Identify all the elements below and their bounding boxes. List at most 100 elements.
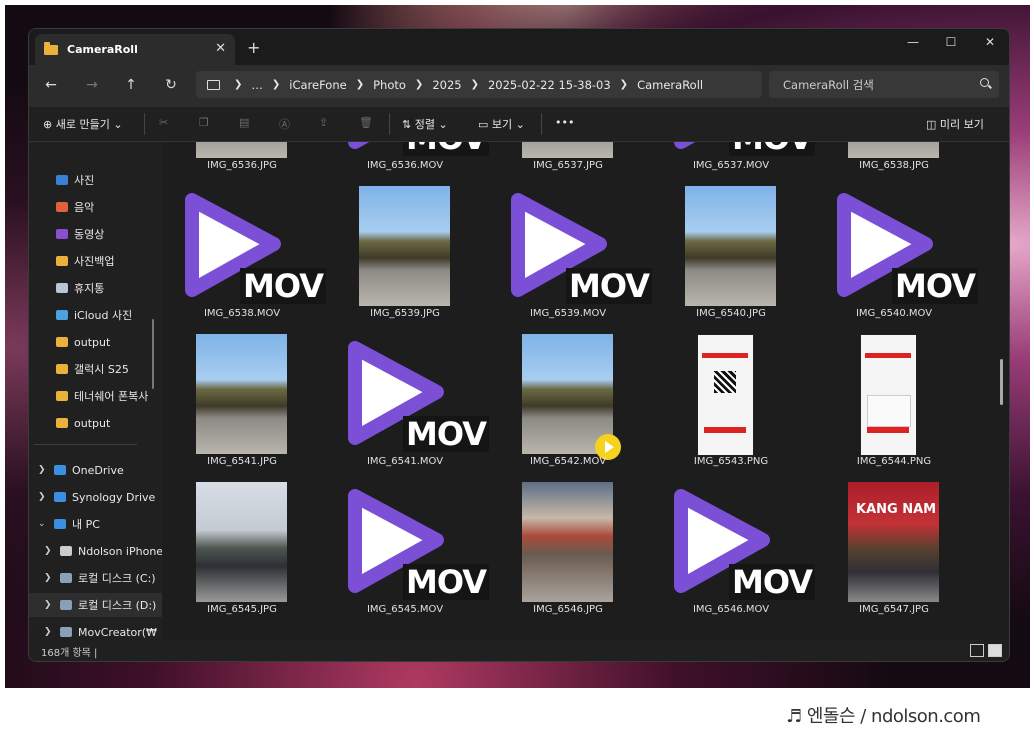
file-item[interactable]: IMG_6543.PNG xyxy=(651,320,811,468)
sidebar-item[interactable]: 휴지통📌 xyxy=(29,276,162,300)
sidebar-item[interactable]: ❯ Ndolson iPhone xyxy=(29,539,162,563)
drive-icon xyxy=(54,519,66,529)
breadcrumb-more[interactable]: … xyxy=(251,78,263,92)
file-item[interactable]: IMG_6546.JPG xyxy=(488,468,648,616)
file-item[interactable]: IMG_6542.MOV xyxy=(488,320,648,468)
divider xyxy=(144,113,145,135)
chevron-right-icon: ❯ xyxy=(355,79,365,90)
rename-icon[interactable]: Ⓐ xyxy=(279,116,290,132)
file-name: IMG_6539.JPG xyxy=(370,308,440,319)
chevron-right-icon[interactable]: ❯ xyxy=(38,492,46,502)
tab-cameraroll[interactable]: CameraRoll ✕ xyxy=(35,34,235,65)
file-item[interactable]: IMG_6537.JPG xyxy=(488,142,648,172)
file-name: IMG_6537.JPG xyxy=(533,160,603,171)
file-name: IMG_6540.JPG xyxy=(696,308,766,319)
cut-icon[interactable]: ✂ xyxy=(159,116,168,129)
file-item[interactable]: IMG_6541.JPG xyxy=(162,320,322,468)
file-item[interactable]: MOV IMG_6540.MOV xyxy=(814,172,978,320)
file-item[interactable]: MOV IMG_6539.MOV xyxy=(488,172,652,320)
content-scrollbar[interactable] xyxy=(1000,359,1003,405)
file-item[interactable]: MOV IMG_6545.MOV xyxy=(325,468,489,616)
copy-icon[interactable]: ❐ xyxy=(199,116,209,129)
sidebar-item[interactable]: ❯ 로컬 디스크 (C:) xyxy=(29,566,162,590)
sidebar-item[interactable]: ❯ MovCreator(₩ xyxy=(29,620,162,640)
file-item[interactable]: IMG_6538.JPG xyxy=(814,142,974,172)
library-icon xyxy=(56,310,68,320)
sidebar-item[interactable]: output xyxy=(29,411,162,435)
breadcrumb-cameraroll[interactable]: CameraRoll xyxy=(637,78,703,92)
chevron-right-icon[interactable]: ❯ xyxy=(38,465,46,475)
new-tab-button[interactable]: + xyxy=(247,38,260,57)
chevron-right-icon[interactable]: ❯ xyxy=(44,600,52,610)
sidebar-item[interactable]: 테너쉐어 폰복사 xyxy=(29,384,162,408)
file-item[interactable]: IMG_6545.JPG xyxy=(162,468,322,616)
breadcrumb-date-folder[interactable]: 2025-02-22 15-38-03 xyxy=(488,78,611,92)
file-item[interactable]: IMG_6544.PNG xyxy=(814,320,974,468)
chevron-right-icon[interactable]: ❯ xyxy=(44,573,52,583)
image-thumbnail xyxy=(697,334,754,456)
video-file-icon: MOV xyxy=(830,186,978,304)
paste-icon[interactable]: ▤ xyxy=(239,116,249,129)
image-thumbnail xyxy=(522,142,613,158)
new-button[interactable]: ⊕ 새로 만들기 ⌄ xyxy=(43,116,123,132)
library-icon xyxy=(56,229,68,239)
chevron-right-icon[interactable]: ⌄ xyxy=(38,519,46,529)
store-sign-text: KANG NAM xyxy=(856,502,937,517)
file-name: IMG_6546.MOV xyxy=(692,604,770,615)
file-item[interactable]: MOV IMG_6538.MOV xyxy=(162,172,326,320)
share-icon[interactable]: ⇪ xyxy=(319,116,328,129)
close-window-button[interactable]: ✕ xyxy=(980,35,1000,49)
details-view-icon[interactable] xyxy=(970,644,984,657)
forward-arrow-icon[interactable]: → xyxy=(83,77,101,93)
sidebar-item[interactable]: ❯ OneDrive xyxy=(29,458,162,482)
minimize-button[interactable]: — xyxy=(903,35,923,49)
sidebar-item[interactable]: 갤럭시 S25 xyxy=(29,357,162,381)
sidebar-item[interactable]: ⌄ 내 PC xyxy=(29,512,162,536)
file-item[interactable]: MOV IMG_6546.MOV xyxy=(651,468,815,616)
sidebar-item[interactable]: 사진📌 xyxy=(29,168,162,192)
large-icons-view-icon[interactable] xyxy=(988,644,1002,657)
sidebar-item[interactable]: 동영상📌 xyxy=(29,222,162,246)
file-item[interactable]: KANG NAM IMG_6547.JPG xyxy=(814,468,974,616)
sidebar-item[interactable]: 사진백업📌 xyxy=(29,249,162,273)
chevron-right-icon[interactable]: ❯ xyxy=(44,546,52,556)
sidebar-item[interactable]: iCloud 사진📌 xyxy=(29,303,162,327)
mov-badge: MOV xyxy=(403,416,489,452)
mov-badge: MOV xyxy=(403,564,489,600)
preview-pane-icon: ◫ xyxy=(926,118,937,131)
refresh-icon[interactable]: ↻ xyxy=(162,77,180,93)
chevron-right-icon: ❯ xyxy=(470,79,479,90)
file-item[interactable]: MOV IMG_6541.MOV xyxy=(325,320,489,468)
close-tab-icon[interactable]: ✕ xyxy=(215,41,226,56)
image-thumbnail xyxy=(196,334,287,454)
video-file-icon: MOV xyxy=(341,142,489,156)
sidebar-item[interactable]: output xyxy=(29,330,162,354)
file-name: IMG_6538.JPG xyxy=(859,160,929,171)
search-input[interactable]: CameraRoll 검색 xyxy=(769,71,999,98)
file-item[interactable]: IMG_6536.JPG xyxy=(162,142,322,172)
delete-icon[interactable]: 🗑 xyxy=(359,116,373,129)
chevron-right-icon[interactable]: ❯ xyxy=(44,627,52,637)
more-options-button[interactable]: ••• xyxy=(555,116,574,129)
file-item[interactable]: IMG_6539.JPG xyxy=(325,172,485,320)
sidebar-item[interactable]: ❯ 로컬 디스크 (D:) xyxy=(29,593,162,617)
breadcrumb[interactable]: ❯ … ❯ iCareFone ❯ Photo ❯ 2025 ❯ 2025-02… xyxy=(196,71,762,98)
sidebar-item[interactable]: 음악📌 xyxy=(29,195,162,219)
preview-pane-button[interactable]: ◫ 미리 보기 xyxy=(926,116,984,132)
item-count: 168개 항목 | xyxy=(41,648,98,659)
mov-badge: MOV xyxy=(729,564,815,600)
back-arrow-icon[interactable]: ← xyxy=(42,77,60,93)
up-arrow-icon[interactable]: ↑ xyxy=(122,77,140,93)
drive-icon xyxy=(60,546,72,556)
breadcrumb-2025[interactable]: 2025 xyxy=(432,78,461,92)
sidebar-item[interactable]: ❯ Synology Drive xyxy=(29,485,162,509)
breadcrumb-photo[interactable]: Photo xyxy=(373,78,406,92)
sort-button[interactable]: ⇅ 정렬 ⌄ xyxy=(402,116,448,132)
file-item[interactable]: MOV IMG_6537.MOV xyxy=(651,142,815,172)
file-item[interactable]: MOV IMG_6536.MOV xyxy=(325,142,489,172)
view-button[interactable]: ▭ 보기 ⌄ xyxy=(478,116,525,132)
file-item[interactable]: IMG_6540.JPG xyxy=(651,172,811,320)
breadcrumb-icarefone[interactable]: iCareFone xyxy=(289,78,346,92)
maximize-button[interactable]: ☐ xyxy=(941,35,961,49)
sidebar-scrollbar[interactable] xyxy=(152,319,154,389)
